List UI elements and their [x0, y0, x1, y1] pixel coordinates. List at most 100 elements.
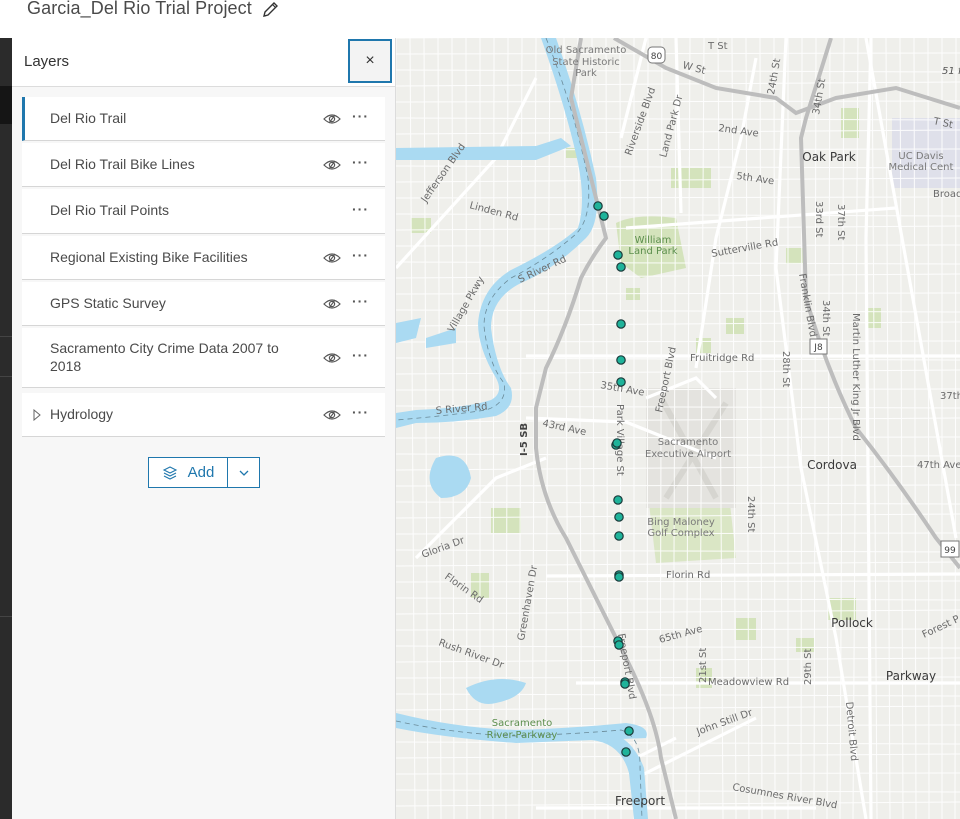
layer-item[interactable]: Del Rio Trail ···	[22, 97, 385, 141]
eye-icon[interactable]	[323, 113, 341, 125]
trail-point[interactable]	[616, 355, 626, 365]
shield-j8: J8	[809, 338, 828, 355]
poi-label: Bing Maloney	[647, 517, 715, 528]
nav-separator	[0, 616, 12, 617]
project-title: Garcia_Del Rio Trial Project	[27, 0, 252, 18]
layer-item[interactable]: Del Rio Trail Points ···	[22, 189, 385, 234]
street-label: 47th Ave	[917, 460, 960, 471]
layers-icon	[162, 465, 177, 480]
nav-item-active[interactable]	[0, 86, 12, 124]
trail-point[interactable]	[613, 250, 623, 260]
eye-icon[interactable]	[323, 409, 341, 421]
street-label: 34th St	[820, 300, 831, 337]
street-label: Florin Rd	[666, 570, 710, 581]
shield-99: 99	[940, 540, 960, 558]
layer-item[interactable]: GPS Static Survey ···	[22, 282, 385, 326]
app-nav-strip	[0, 38, 12, 819]
more-options-button[interactable]: ···	[352, 293, 369, 309]
place-label: Pollock	[831, 616, 873, 630]
trail-point[interactable]	[621, 747, 631, 757]
poi-label: Golf Complex	[647, 528, 714, 539]
street-label: 2nd Ave	[718, 123, 760, 140]
street-label: Franklin Blvd	[796, 273, 818, 338]
more-options-button[interactable]: ···	[352, 247, 369, 263]
chevron-down-icon	[239, 470, 248, 476]
eye-icon[interactable]	[323, 159, 341, 171]
panel-title: Layers	[24, 53, 70, 70]
more-options-button[interactable]: ···	[352, 201, 369, 217]
poi-label: Executive Airport	[645, 449, 731, 460]
street-label: Gloria Dr	[420, 535, 467, 561]
trail-point[interactable]	[593, 201, 603, 211]
street-label: 65th Ave	[658, 624, 704, 646]
trail-point[interactable]	[624, 726, 634, 736]
layer-item[interactable]: Sacramento City Crime Data 2007 to 2018 ·…	[22, 328, 385, 388]
more-options-button[interactable]: ···	[352, 404, 369, 420]
add-layer-button[interactable]: Add	[149, 458, 228, 487]
trail-point[interactable]	[614, 512, 624, 522]
trail-point[interactable]	[616, 262, 626, 272]
street-label: Broad	[933, 189, 960, 200]
street-label: 28th St	[780, 351, 791, 388]
trail-point[interactable]	[614, 572, 624, 582]
eye-icon[interactable]	[323, 298, 341, 310]
map-view[interactable]: 80 J8 99 Old Sacramento State Historic P…	[396, 38, 960, 819]
expand-icon[interactable]	[33, 409, 41, 421]
trail-point[interactable]	[616, 377, 626, 387]
layer-item[interactable]: Regional Existing Bike Facilities ···	[22, 236, 385, 280]
layer-name: GPS Static Survey	[50, 295, 166, 311]
layer-name: Regional Existing Bike Facilities	[50, 249, 248, 265]
street-label: Riverside Blvd	[623, 86, 658, 157]
eye-icon[interactable]	[323, 352, 341, 364]
street-label: 33rd St	[813, 201, 824, 238]
basemap: 80 J8 99 Old Sacramento State Historic P…	[396, 38, 960, 819]
layer-item[interactable]: Del Rio Trail Bike Lines ···	[22, 143, 385, 187]
place-label: Parkway	[886, 669, 936, 683]
trail-point[interactable]	[599, 211, 609, 221]
street-label: 5th Ave	[736, 171, 775, 187]
trail-point[interactable]	[613, 495, 623, 505]
trail-point[interactable]	[614, 640, 624, 650]
poi-label: Medical Cent	[889, 162, 954, 173]
poi-label: UC Davis	[898, 151, 943, 162]
layer-name: Del Rio Trail Bike Lines	[50, 156, 195, 172]
poi-label: William	[635, 235, 672, 246]
street-label: 37th	[940, 391, 960, 402]
street-label: Meadowview Rd	[708, 677, 789, 688]
poi-label: Sacramento	[658, 437, 718, 448]
poi-label: Old Sacramento	[546, 45, 627, 56]
place-label: Oak Park	[802, 150, 856, 164]
street-label: Forest P	[921, 614, 960, 641]
layer-name: Hydrology	[50, 406, 114, 422]
place-label: Cordova	[807, 458, 857, 472]
poi-label: River-Parkway	[487, 730, 558, 741]
eye-icon[interactable]	[323, 252, 341, 264]
more-options-button[interactable]: ···	[352, 108, 369, 124]
add-dropdown-button[interactable]	[228, 458, 259, 487]
street-label: 29th St	[803, 648, 814, 685]
street-label: Sutterville Rd	[711, 237, 780, 260]
layer-item[interactable]: Hydrology ···	[22, 393, 385, 437]
top-bar: Garcia_Del Rio Trial Project	[0, 0, 960, 39]
street-label: 37th St	[835, 204, 846, 241]
trail-point[interactable]	[614, 531, 624, 541]
street-label: T St	[707, 41, 728, 52]
pencil-icon[interactable]	[260, 0, 280, 20]
poi-label: State Historic	[552, 57, 620, 68]
layer-name: Del Rio Trail Points	[50, 202, 170, 218]
street-label: I-5 SB	[519, 423, 530, 456]
nav-separator	[0, 376, 12, 377]
add-button-label: Add	[187, 464, 215, 481]
trail-point[interactable]	[616, 319, 626, 329]
shield-j8-label: J8	[813, 343, 823, 353]
layers-panel: Layers × Del Rio Trail ··· Del Rio Trail B…	[12, 38, 396, 819]
street-label: Land Park Dr	[658, 93, 685, 159]
shield-99-label: 99	[944, 546, 956, 556]
close-button[interactable]: ×	[348, 39, 392, 83]
more-options-button[interactable]: ···	[352, 347, 369, 363]
place-label: Freeport	[615, 794, 665, 808]
trail-point[interactable]	[612, 438, 622, 448]
trail-point[interactable]	[620, 679, 630, 689]
street-label: 24th St	[766, 58, 783, 96]
more-options-button[interactable]: ···	[352, 154, 369, 170]
